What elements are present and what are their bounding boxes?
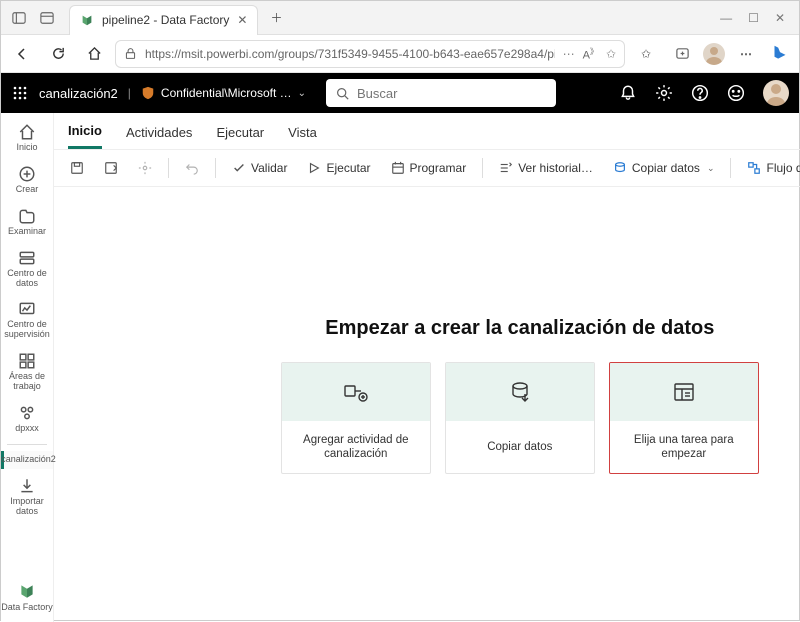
copy-data-button[interactable]: Copiar datos⌄ <box>607 157 721 179</box>
tab-inicio[interactable]: Inicio <box>68 119 102 149</box>
pipeline-canvas: Empezar a crear la canalización de datos… <box>54 187 800 622</box>
save-button[interactable] <box>64 157 90 179</box>
window-minimize-icon[interactable]: — <box>720 11 732 25</box>
new-tab-button[interactable]: ＋ <box>262 4 290 32</box>
home-button[interactable] <box>79 39 109 69</box>
nav-datahub[interactable]: Centro de datos <box>1 245 53 293</box>
settings-icon[interactable] <box>655 84 673 102</box>
settings-button[interactable] <box>132 157 158 179</box>
save-as-button[interactable] <box>98 157 124 179</box>
nav-pipeline-active[interactable]: canalización2 <box>1 451 53 469</box>
template-icon <box>672 381 696 403</box>
tab-actividades[interactable]: Actividades <box>126 121 192 148</box>
window-close-icon[interactable]: ✕ <box>775 11 785 25</box>
url-input[interactable] <box>145 47 555 61</box>
nav-home[interactable]: Inicio <box>1 119 53 157</box>
collections-icon[interactable] <box>667 39 697 69</box>
tab-title: pipeline2 - Data Factory <box>102 13 229 27</box>
feedback-icon[interactable] <box>727 84 745 102</box>
card-add-activity[interactable]: Agregar actividad de canalización <box>281 362 431 474</box>
data-factory-icon <box>18 582 36 600</box>
card-choose-task[interactable]: Elija una tarea para empezar <box>609 362 759 474</box>
sidebar-toggle-icon[interactable] <box>7 6 31 30</box>
breadcrumb-item[interactable]: canalización2 <box>39 86 118 101</box>
undo-button[interactable] <box>179 157 205 179</box>
tab-vista[interactable]: Vista <box>288 121 317 148</box>
user-avatar[interactable] <box>763 80 789 106</box>
url-box[interactable]: ⋯ A》 ✩ <box>115 40 625 68</box>
activity-icon <box>343 380 369 404</box>
text-size-icon[interactable]: A》 <box>583 46 598 62</box>
breadcrumb-separator: | <box>128 86 131 100</box>
copy-data-icon <box>508 380 532 404</box>
favorite-icon[interactable]: ✩ <box>606 47 616 61</box>
profile-avatar[interactable] <box>703 43 725 65</box>
ribbon-tabs: Inicio Actividades Ejecutar Vista <box>54 113 800 150</box>
app-launcher-icon[interactable] <box>11 84 29 102</box>
nav-import[interactable]: Importar datos <box>1 473 53 521</box>
nav-workspaces[interactable]: Áreas de trabajo <box>1 348 53 396</box>
window-maximize-icon[interactable]: ☐ <box>748 11 759 25</box>
browser-titlebar: pipeline2 - Data Factory ✕ ＋ — ☐ ✕ <box>1 1 799 35</box>
nav-monitor[interactable]: Centro de supervisión <box>1 296 53 344</box>
help-icon[interactable] <box>691 84 709 102</box>
app-header: canalización2 | Confidential\Microsoft …… <box>1 73 799 113</box>
notifications-icon[interactable] <box>619 84 637 102</box>
toolbar: Validar Ejecutar Programar Ver historial… <box>54 150 800 187</box>
nav-browse[interactable]: Examinar <box>1 203 53 241</box>
history-button[interactable]: Ver historial… <box>493 157 599 179</box>
search-icon <box>336 87 349 100</box>
schedule-button[interactable]: Programar <box>385 157 473 179</box>
canvas-heading: Empezar a crear la canalización de datos <box>325 317 714 340</box>
nav-workspace-item[interactable]: dpxxx <box>1 400 53 438</box>
search-box[interactable] <box>326 79 556 107</box>
tab-favicon <box>80 13 94 27</box>
back-button[interactable] <box>7 39 37 69</box>
browser-menu-icon[interactable]: ⋯ <box>731 39 761 69</box>
left-nav: Inicio Crear Examinar Centro de datos Ce… <box>1 113 54 622</box>
reader-icon[interactable]: ⋯ <box>563 47 575 61</box>
bing-chat-icon[interactable] <box>767 41 793 67</box>
tab-ejecutar[interactable]: Ejecutar <box>216 121 264 148</box>
validate-button[interactable]: Validar <box>226 157 293 179</box>
tab-close-icon[interactable]: ✕ <box>237 13 247 27</box>
lock-icon <box>124 47 137 60</box>
browser-address-bar: ⋯ A》 ✩ ✩ ⋯ <box>1 35 799 73</box>
nav-product-switch[interactable]: Data Factory <box>1 582 53 616</box>
sensitivity-label[interactable]: Confidential\Microsoft … ⌄ <box>141 86 306 100</box>
nav-create[interactable]: Crear <box>1 161 53 199</box>
search-input[interactable] <box>357 86 546 101</box>
workspaces-icon[interactable] <box>35 6 59 30</box>
run-button[interactable]: Ejecutar <box>301 157 376 179</box>
card-copy-data[interactable]: Copiar datos <box>445 362 595 474</box>
shield-icon <box>141 86 155 100</box>
dataflow-button[interactable]: Flujo de datos <box>741 157 800 179</box>
refresh-button[interactable] <box>43 39 73 69</box>
favorites-bar-icon[interactable]: ✩ <box>631 39 661 69</box>
browser-tab[interactable]: pipeline2 - Data Factory ✕ <box>69 5 258 35</box>
